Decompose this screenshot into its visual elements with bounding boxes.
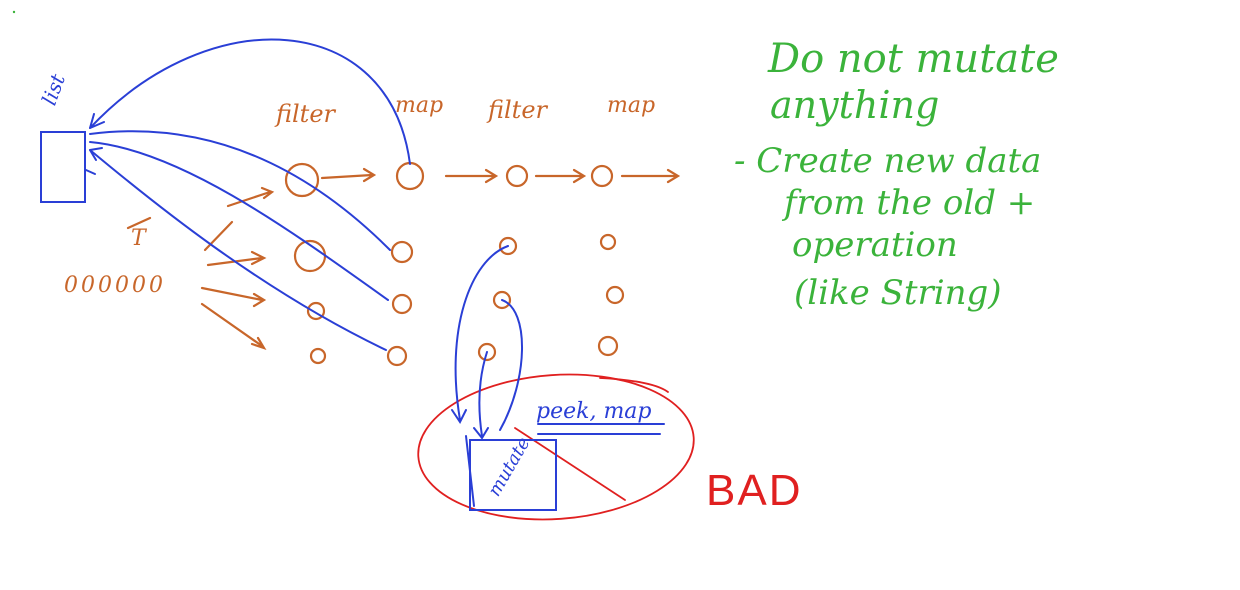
node-r4-c1 [309,347,327,365]
bad-example: mutate peek, map BAD [417,245,802,521]
arrow-r1-4 [620,168,681,184]
node-r4-c4 [597,335,619,357]
header-filter-2: filter [486,96,549,124]
header-map-2: map [607,93,655,118]
whiteboard-canvas: list filter map filter map T 000000 muta… [12,10,1059,521]
node-r1-c3 [505,164,529,188]
stage-headers: filter map filter map [274,93,655,128]
node-r2-c2 [390,240,414,264]
node-r2-c4 [599,233,617,251]
t-label: T [131,226,148,251]
strike-line [514,427,626,501]
collect-curves [85,38,411,351]
element-grid [293,233,625,367]
node-r1-c4 [590,164,614,188]
note-line-2: anything [770,83,939,127]
node-r3-c4 [605,285,625,305]
green-notes: Do not mutate anything - Create new data… [734,36,1059,313]
note-line-5: operation [792,225,958,265]
note-line-1: Do not mutate [767,36,1059,82]
note-line-3: - Create new data [734,141,1041,181]
speck [12,10,16,14]
zeros-source: 000000 [64,273,166,298]
node-r3-c2 [391,293,413,315]
note-line-6: (like String) [794,273,1002,313]
arrow-r1-3 [534,168,587,184]
peek-map-label: peek, map [536,399,652,424]
header-map-1: map [395,93,443,118]
header-filter-1: filter [274,100,337,128]
list-box [40,131,86,203]
pipeline-row [284,161,681,198]
arrow-r1-2 [444,168,499,184]
source-arrows [126,186,275,350]
note-line-4: from the old + [781,183,1035,223]
arrow-r1-1 [320,167,377,183]
node-r1-c2 [395,161,425,191]
mutate-label: mutate [484,434,534,500]
bad-label: BAD [706,466,802,515]
node-r4-c2 [386,345,408,367]
list-label: list [37,70,71,108]
